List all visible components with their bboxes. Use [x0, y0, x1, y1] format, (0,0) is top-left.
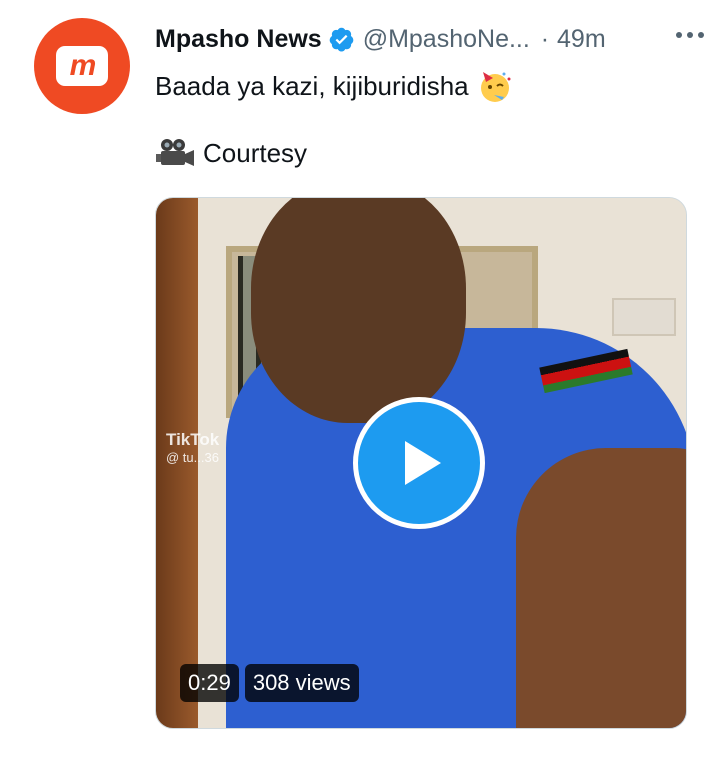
tweet-time[interactable]: 49m [557, 25, 606, 54]
video-duration: 0:29 [180, 664, 239, 702]
avatar[interactable]: m [34, 18, 130, 114]
logo-text: m [69, 49, 97, 82]
video-player[interactable]: TikTok @ tu...36 0:29 308 views [155, 197, 687, 729]
video-views: 308 views [244, 664, 359, 702]
tweet-header: Mpasho News @MpashoNe... · 49m [155, 22, 700, 56]
more-icon[interactable] [676, 32, 704, 38]
separator-dot: · [540, 24, 550, 53]
partying-face-icon [480, 72, 511, 102]
account-handle[interactable]: @MpashoNe... [363, 25, 531, 54]
tiktok-watermark: TikTok @ tu...36 [166, 430, 219, 465]
video-frame-person-arm [516, 448, 686, 728]
tweet-body: Baada ya kazi, kijiburidisha [155, 70, 469, 101]
more-dot [698, 32, 704, 38]
courtesy-label: Courtesy [203, 137, 308, 168]
verified-badge-icon [329, 27, 354, 51]
play-icon [405, 441, 441, 485]
movie-camera-icon [156, 139, 194, 166]
tweet-text: Baada ya kazi, kijiburidisha [155, 68, 513, 104]
video-frame-person-head [251, 198, 466, 423]
mpasho-logo: m [56, 46, 108, 86]
video-frame-vent [612, 298, 676, 336]
account-name[interactable]: Mpasho News [155, 25, 322, 54]
more-dot [676, 32, 682, 38]
video-stats: 0:29 308 views [180, 664, 359, 702]
more-dot [687, 32, 693, 38]
tiktok-watermark-label: TikTok [166, 430, 220, 449]
courtesy-line: Courtesy [155, 137, 307, 169]
play-button[interactable] [353, 397, 485, 529]
tiktok-watermark-user: @ tu...36 [166, 450, 219, 465]
